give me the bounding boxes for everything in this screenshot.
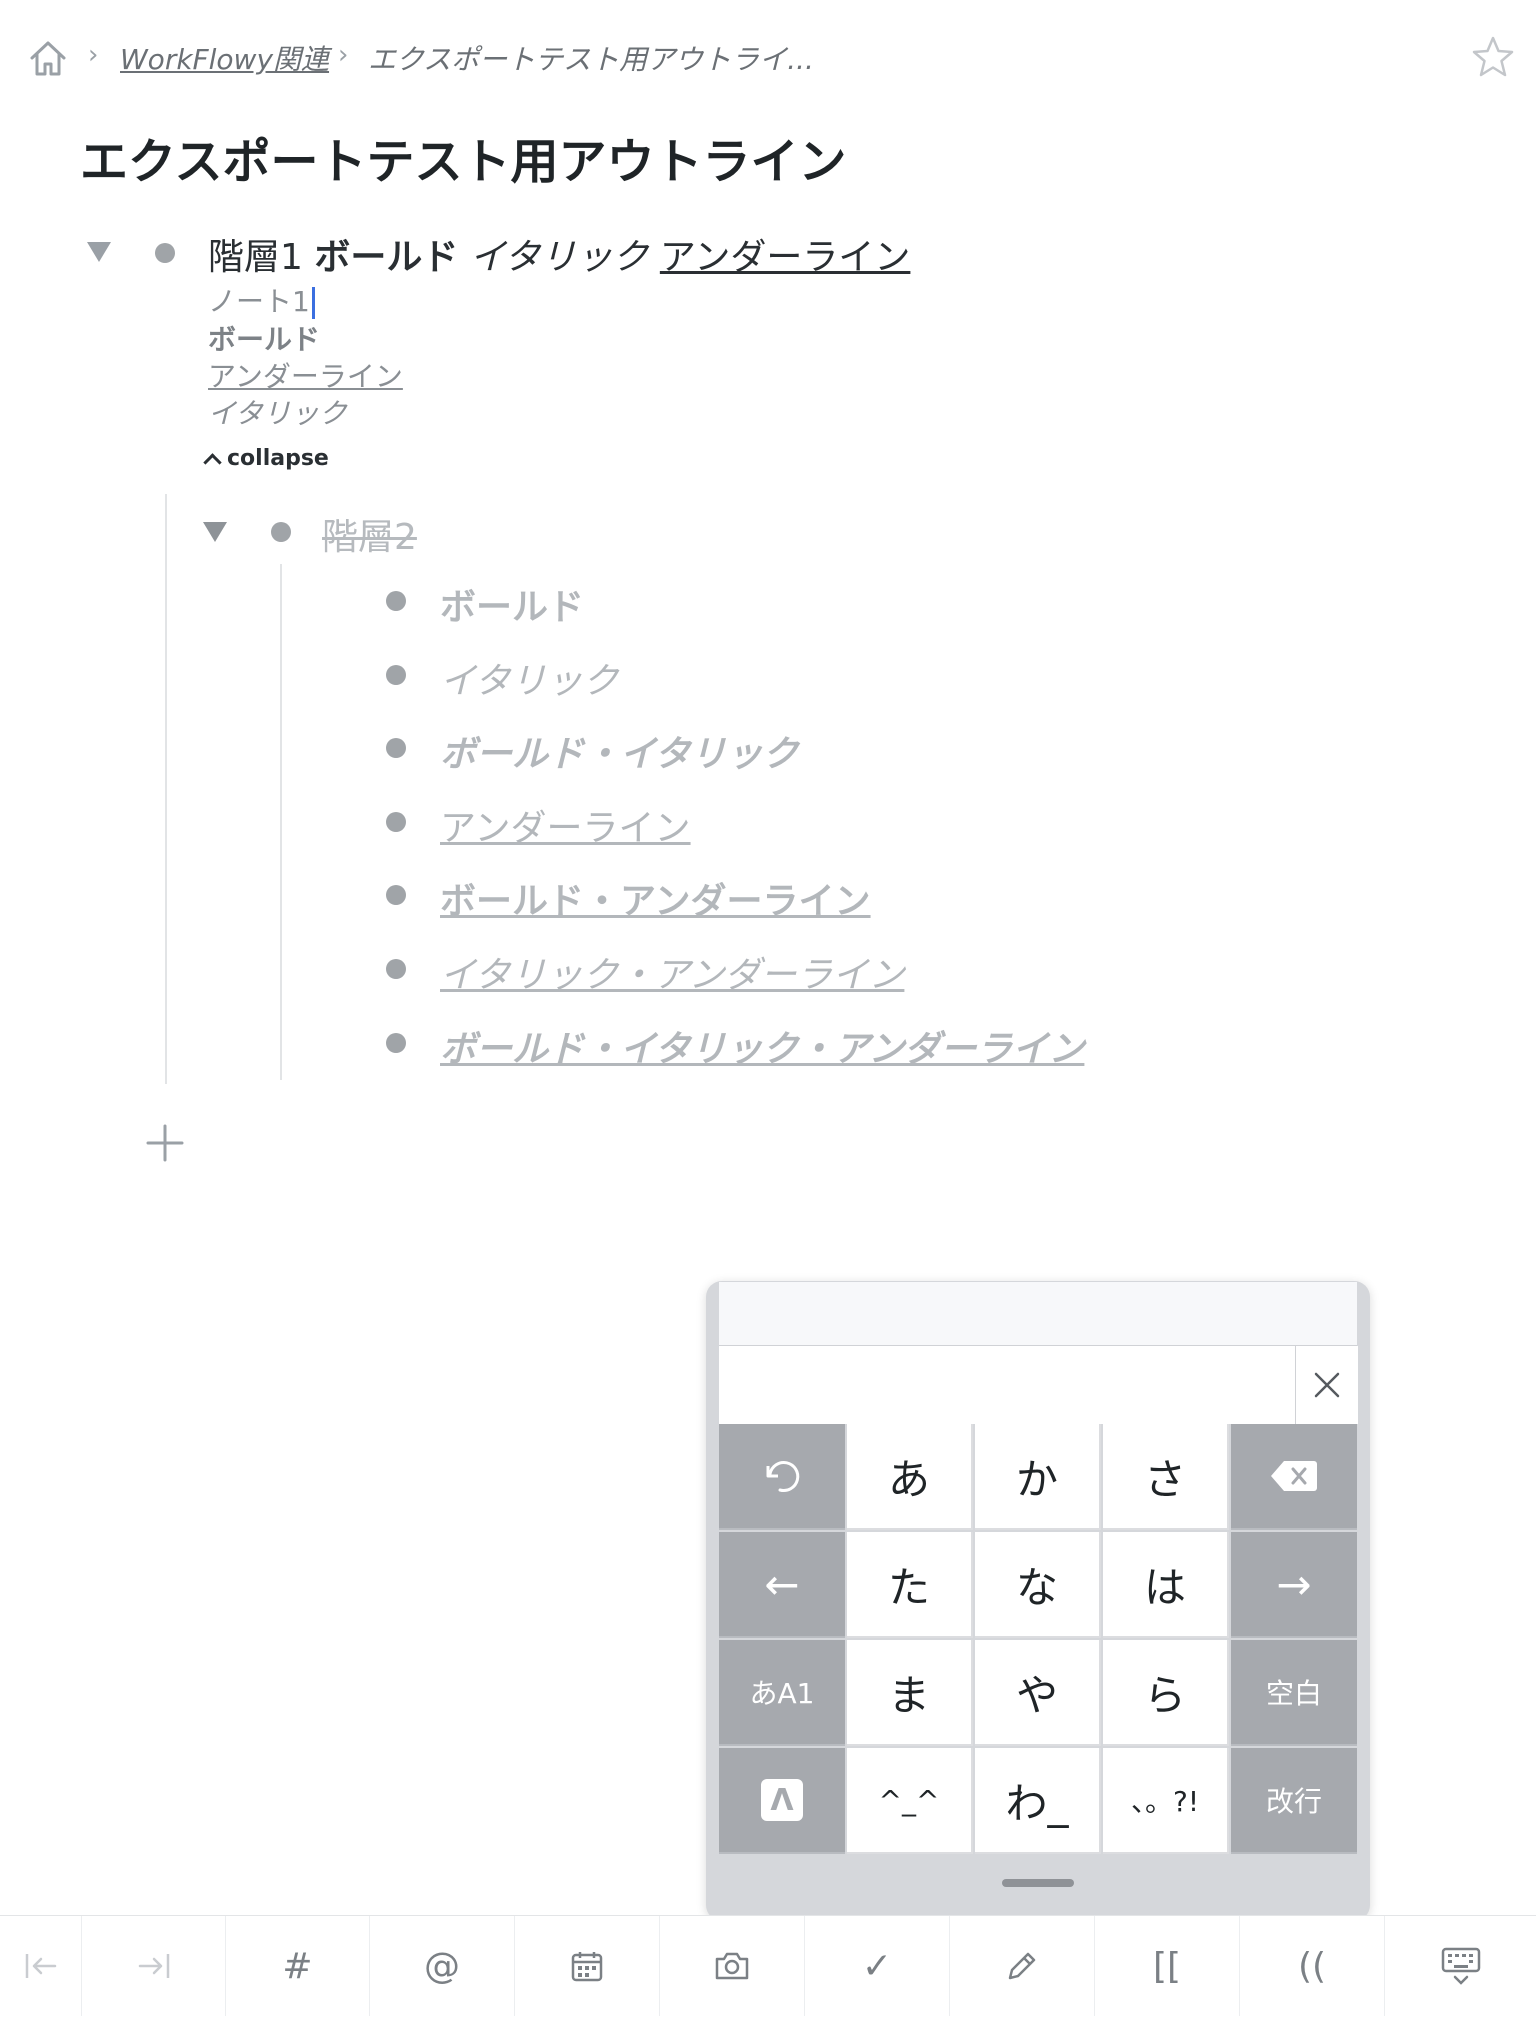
level3-item-text[interactable]: イタリック・アンダーライン [440,946,904,998]
collapse-button[interactable]: collapse [203,446,329,472]
bullet-icon[interactable] [271,522,291,542]
breadcrumb-separator-icon: › [338,40,349,70]
indent-guide [165,494,167,1084]
collapse-triangle-icon[interactable] [203,522,227,542]
punctuation-key[interactable]: 、。?! [1103,1748,1229,1854]
level3-item-text[interactable]: ボールド・イタリック・アンダーライン [440,1020,1084,1072]
kana-key-a[interactable]: あ [847,1424,973,1530]
close-icon[interactable] [1295,1346,1358,1424]
keyboard-candidate-bar [719,1282,1357,1346]
level3-item-text[interactable]: ボールド・アンダーライン [440,872,871,924]
chevron-up-icon [203,453,222,472]
return-key[interactable]: 改行 [1231,1748,1357,1854]
keyboard-app-key[interactable]: Λ [719,1748,845,1854]
level2-item-text[interactable]: 階層2 [322,508,417,560]
bullet-icon[interactable] [386,1033,406,1053]
complete-button[interactable]: ✓ [805,1916,950,2016]
breadcrumb-separator-icon: › [88,40,99,70]
kana-key-ra[interactable]: ら [1103,1640,1229,1746]
bullet-icon[interactable] [386,812,406,832]
level3-item-text[interactable]: ボールド・イタリック [440,725,799,777]
keyboard-drag-handle[interactable] [1002,1879,1074,1887]
kana-key-ka[interactable]: か [975,1424,1101,1530]
cursor-right-key[interactable]: → [1231,1532,1357,1638]
plus-icon[interactable] [146,1124,184,1162]
level1-prefix: 階層1 [208,237,303,278]
level3-item-text[interactable]: イタリック [440,652,619,704]
indent-icon[interactable] [82,1916,226,2016]
bullet-icon[interactable] [386,738,406,758]
undo-key[interactable] [719,1424,845,1530]
space-key[interactable]: 空白 [1231,1640,1357,1746]
kana-key-ma[interactable]: ま [847,1640,973,1746]
level1-item-text[interactable]: 階層1 ボールド イタリック アンダーライン [208,228,910,280]
note-line[interactable]: アンダーライン [208,355,403,395]
kana-key-ha[interactable]: は [1103,1532,1229,1638]
keyboard-input-area[interactable] [719,1346,1295,1424]
page-title[interactable]: エクスポートテスト用アウトライン [80,122,847,192]
star-icon[interactable] [1470,34,1516,80]
bullet-icon[interactable] [386,665,406,685]
outdent-icon[interactable] [0,1916,82,2016]
bullet-icon[interactable] [386,885,406,905]
cursor-left-key[interactable]: ← [719,1532,845,1638]
kana-key-wa[interactable]: わ_ [975,1748,1101,1854]
pencil-icon[interactable] [950,1916,1095,2016]
tag-button[interactable]: # [226,1916,370,2016]
note-line[interactable]: ノート1 [208,280,315,320]
internal-link-button[interactable]: [[ [1095,1916,1240,2016]
breadcrumb-parent-link[interactable]: WorkFlowy関連 [120,38,329,78]
level3-item-text[interactable]: ボールド [440,578,584,630]
emoticon-key[interactable]: ^_^ [847,1748,973,1854]
note-text: ノート1 [208,285,310,318]
bullet-icon[interactable] [155,243,175,263]
kana-key-sa[interactable]: さ [1103,1424,1229,1530]
collapse-label: collapse [227,446,329,471]
level1-bold: ボールド [314,237,459,278]
camera-icon[interactable] [660,1916,805,2016]
breadcrumb-current[interactable]: エクスポートテスト用アウトライ... [368,38,814,78]
bullet-icon[interactable] [386,959,406,979]
mirror-button[interactable]: (( [1240,1916,1385,2016]
kana-key-ta[interactable]: た [847,1532,973,1638]
kana-key-na[interactable]: な [975,1532,1101,1638]
level1-underline: アンダーライン [659,237,911,278]
keyboard-icon[interactable] [1385,1916,1536,2016]
bullet-icon[interactable] [386,591,406,611]
home-icon[interactable] [26,36,70,80]
text-cursor [311,287,315,319]
keyboard-app-icon: Λ [761,1779,803,1821]
input-mode-key[interactable]: あA1 [719,1640,845,1746]
collapse-triangle-icon[interactable] [87,242,111,262]
note-line[interactable]: ボールド [208,318,320,358]
level3-item-text[interactable]: アンダーライン [440,799,691,851]
level1-italic: イタリック [469,237,649,278]
mention-button[interactable]: @ [370,1916,515,2016]
backspace-key[interactable] [1231,1424,1357,1530]
indent-guide [280,564,282,1080]
calendar-icon[interactable] [515,1916,660,2016]
kana-key-ya[interactable]: や [975,1640,1101,1746]
note-line[interactable]: イタリック [208,392,347,432]
